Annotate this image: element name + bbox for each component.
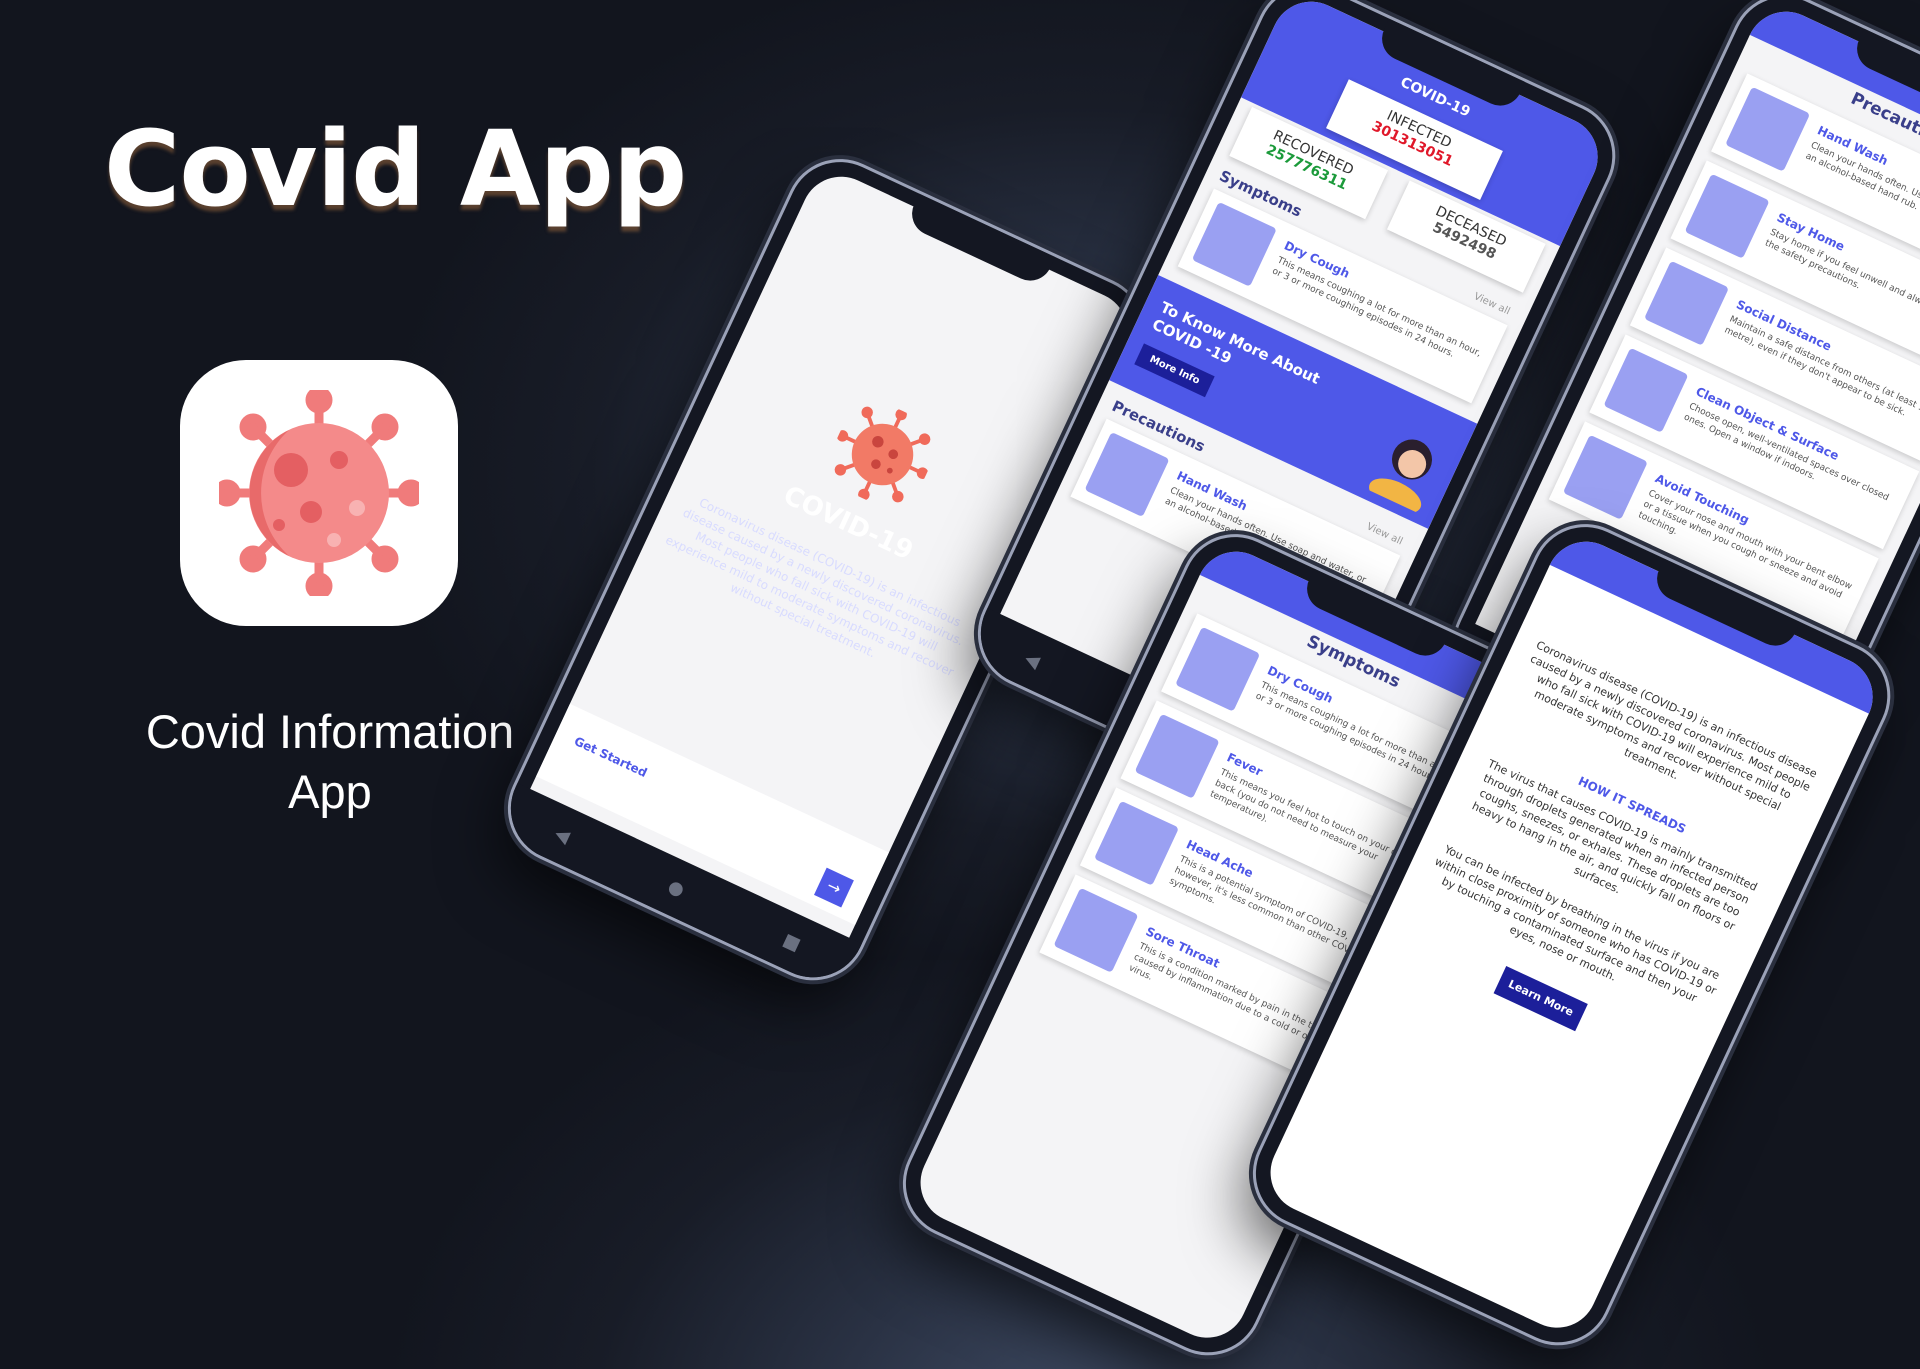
back-icon[interactable]: ◀ <box>552 822 573 847</box>
home-icon[interactable]: ● <box>665 875 688 901</box>
learn-more-button[interactable]: Learn More <box>1493 966 1588 1032</box>
social-distance-icon <box>1643 260 1730 346</box>
tagline-line-2: App <box>288 765 372 818</box>
promo-title: Covid App <box>104 108 687 230</box>
recent-apps-icon[interactable]: ■ <box>780 929 804 955</box>
get-started-link[interactable]: Get Started <box>572 734 649 780</box>
arrow-right-icon[interactable]: → <box>814 867 854 908</box>
hand-wash-icon <box>1084 431 1170 518</box>
promo-tagline: Covid Information App <box>90 702 570 822</box>
app-icon <box>180 360 458 626</box>
avoid-touching-icon <box>1562 434 1648 520</box>
spray-bottle-icon <box>1603 347 1689 433</box>
tagline-line-1: Covid Information <box>145 705 515 758</box>
cough-icon <box>1191 201 1277 287</box>
sore-throat-icon <box>1053 887 1139 973</box>
virus-icon <box>219 390 419 596</box>
doctor-illustration-icon <box>1369 439 1433 514</box>
hand-wash-icon <box>1725 86 1811 172</box>
headache-icon <box>1093 800 1180 886</box>
stay-home-icon <box>1684 173 1770 259</box>
cough-icon <box>1175 626 1261 712</box>
thermometer-icon <box>1134 713 1220 799</box>
back-icon[interactable]: ◀ <box>1022 647 1043 672</box>
virus-icon <box>834 406 931 503</box>
